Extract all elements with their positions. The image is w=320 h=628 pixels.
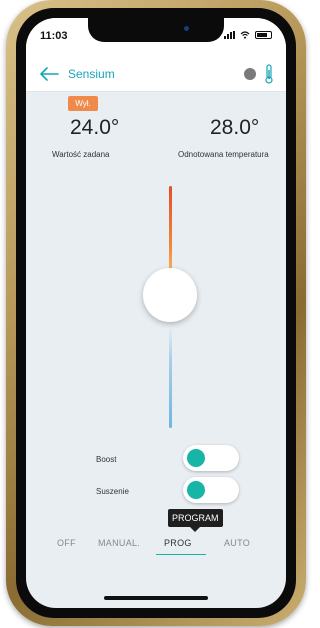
thermometer-icon[interactable] <box>264 64 274 84</box>
drying-label: Suszenie <box>96 487 129 496</box>
status-bar: 11:03 <box>26 18 286 56</box>
app-screen: 11:03 Sensium Wył. 24.0° 28.0° Wartość z… <box>26 18 286 608</box>
set-temperature-value: 24.0° <box>70 116 120 139</box>
connection-status-icon[interactable] <box>244 68 256 80</box>
active-tab-indicator <box>156 554 206 555</box>
drying-toggle-thumb <box>187 481 205 499</box>
app-bar: Sensium <box>26 56 286 92</box>
back-arrow-icon[interactable] <box>38 64 60 84</box>
mode-tooltip: PROGRAM <box>168 509 223 532</box>
set-temperature-label: Wartość zadana <box>52 150 110 159</box>
battery-icon <box>255 31 272 39</box>
temperature-slider-knob[interactable] <box>143 268 197 322</box>
page-title: Sensium <box>68 67 115 81</box>
boost-toggle[interactable] <box>183 445 239 471</box>
camera-notch <box>88 18 224 42</box>
measured-temperature-value: 28.0° <box>210 116 260 139</box>
status-badge: Wył. <box>68 96 98 111</box>
boost-toggle-thumb <box>187 449 205 467</box>
boost-label: Boost <box>96 455 117 464</box>
measured-temperature-label: Odnotowana temperatura <box>178 150 269 159</box>
tab-auto[interactable]: AUTO <box>224 538 250 548</box>
home-indicator[interactable] <box>104 596 208 600</box>
tab-off[interactable]: OFF <box>57 538 76 548</box>
tab-manual[interactable]: MANUAL. <box>98 538 140 548</box>
status-time: 11:03 <box>40 30 68 42</box>
phone-frame: 11:03 Sensium Wył. 24.0° 28.0° Wartość z… <box>6 0 306 626</box>
mode-tabs: OFF MANUAL. PROG AUTO <box>26 532 286 556</box>
tab-prog[interactable]: PROG <box>164 538 192 548</box>
status-icons <box>224 31 272 39</box>
signal-icon <box>224 31 235 39</box>
drying-toggle[interactable] <box>183 477 239 503</box>
wifi-icon <box>240 31 250 39</box>
